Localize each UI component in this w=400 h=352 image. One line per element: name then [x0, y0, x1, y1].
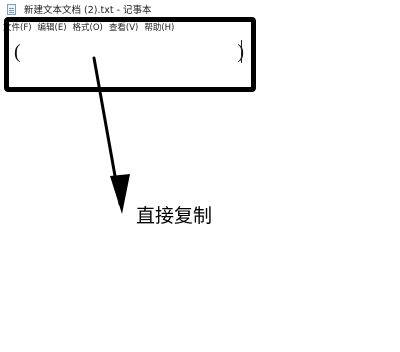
annotation-arrow-icon — [92, 56, 130, 214]
annotation-label: 直接复制 — [136, 205, 213, 227]
